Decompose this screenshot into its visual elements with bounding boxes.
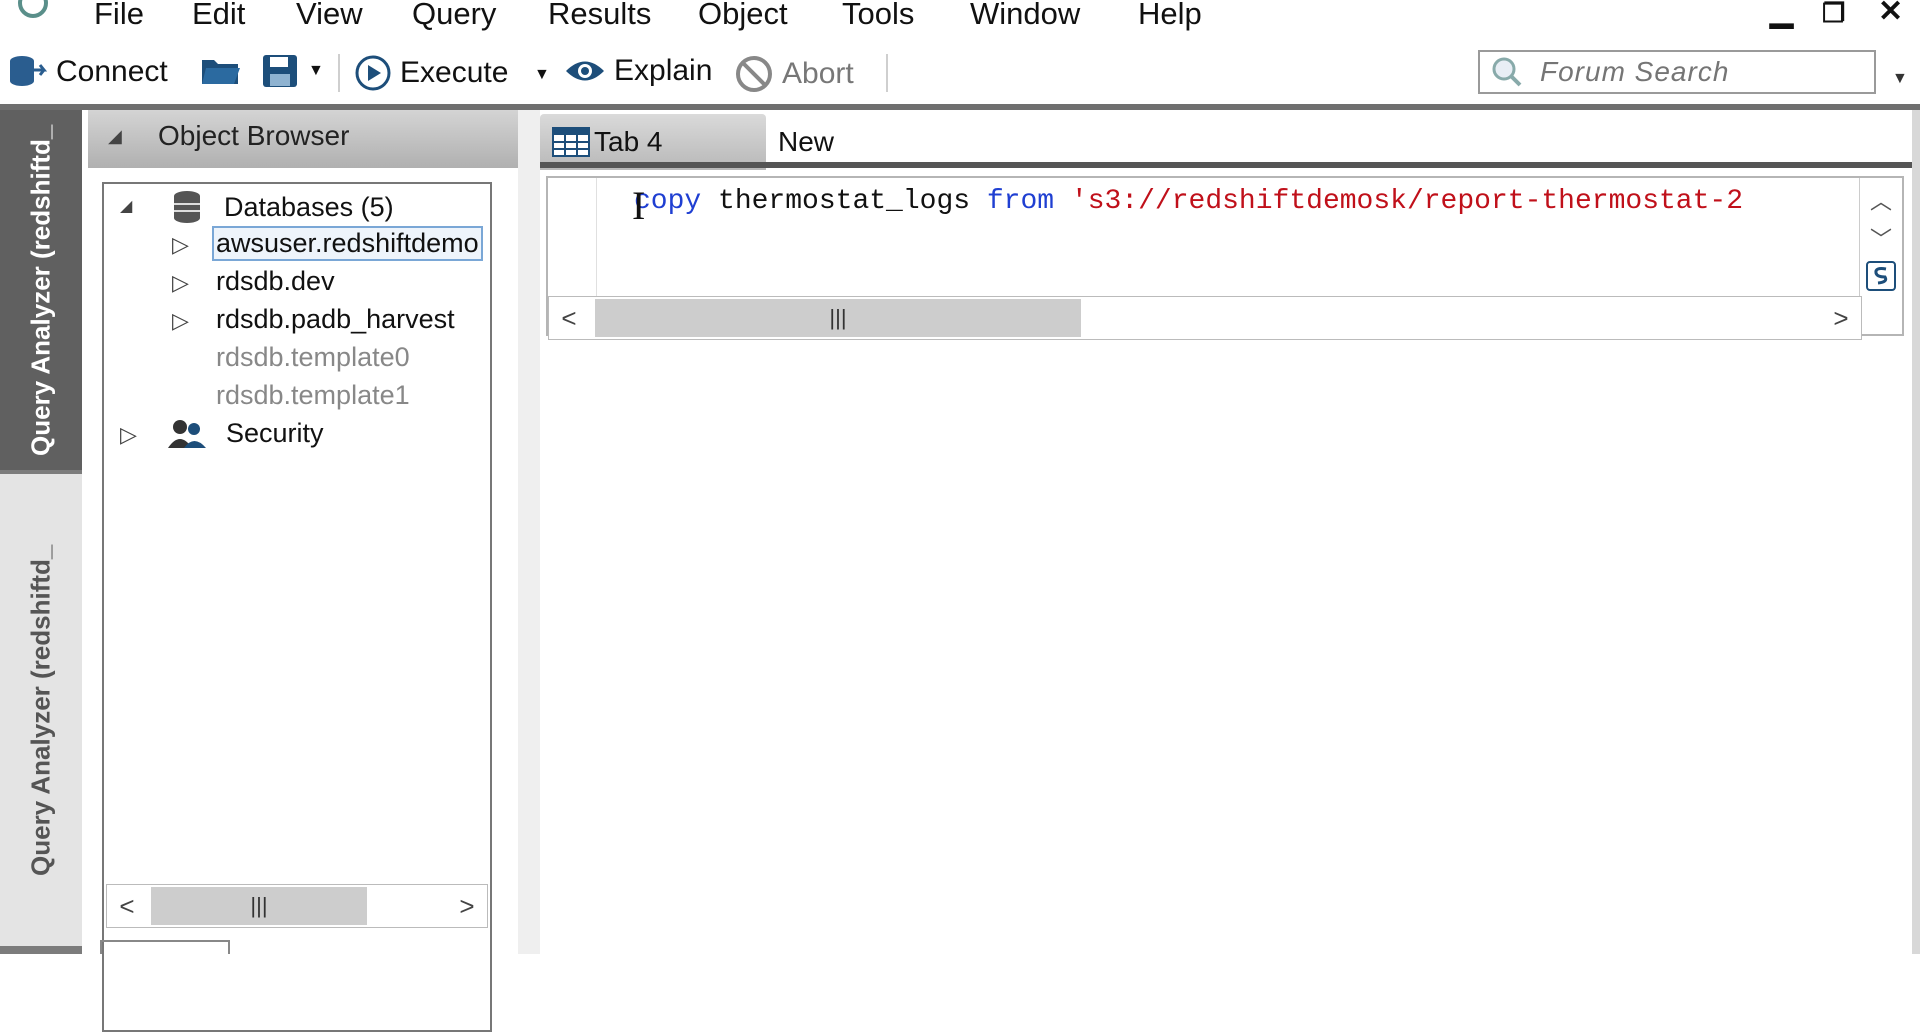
save-dropdown-icon[interactable]: ▼ — [308, 62, 324, 80]
bottom-panel-tabs — [100, 940, 480, 954]
toolbar-separator — [886, 54, 888, 92]
editor-gutter — [548, 178, 597, 296]
menu-bar: File Edit View Query Results Object Tool… — [0, 0, 1920, 32]
object-browser-header: ◢ Object Browser — [88, 110, 518, 168]
close-icon[interactable]: ✕ — [1878, 0, 1903, 29]
tree-item-awsuser-redshiftdemo[interactable]: awsuser.redshiftdemo — [212, 226, 483, 261]
eye-icon — [566, 61, 604, 81]
sql-keyword-from: from — [986, 186, 1055, 217]
abort-icon — [736, 56, 772, 92]
abort-button[interactable]: Abort — [734, 54, 854, 94]
execute-label: Execute — [400, 56, 509, 89]
tree-item-rdsdb-template0[interactable]: rdsdb.template0 — [216, 342, 410, 373]
users-icon — [168, 418, 208, 455]
tree-horizontal-scrollbar[interactable]: < ||| > — [106, 884, 488, 928]
execute-button[interactable]: Execute — [354, 54, 508, 92]
toolbar-overflow-icon[interactable]: ▼ — [1892, 70, 1908, 88]
menu-help[interactable]: Help — [1138, 0, 1202, 32]
tree-item-rdsdb-padb-harvest[interactable]: rdsdb.padb_harvest — [216, 304, 455, 335]
menu-results[interactable]: Results — [548, 0, 651, 32]
forum-search-box[interactable] — [1478, 50, 1876, 94]
explain-button[interactable]: Explain — [564, 54, 712, 88]
expand-arrow-icon[interactable]: ▷ — [172, 308, 189, 334]
scroll-right-icon[interactable]: > — [447, 885, 487, 927]
format-sql-icon[interactable] — [1862, 258, 1900, 294]
folder-open-icon — [202, 60, 240, 84]
tree-item-rdsdb-template1[interactable]: rdsdb.template1 — [216, 380, 410, 411]
grid-icon — [552, 127, 590, 157]
side-tab-strip: Query Analyzer (redshiftd_ Query Analyze… — [0, 110, 82, 954]
scroll-up-icon[interactable]: ︿ — [1862, 182, 1900, 218]
menu-tools[interactable]: Tools — [842, 0, 914, 32]
scroll-thumb[interactable]: ||| — [151, 887, 367, 925]
connect-button[interactable]: Connect — [8, 54, 168, 90]
toolbar-separator — [338, 54, 340, 92]
side-tab-query-analyzer-active[interactable]: Query Analyzer (redshiftd_ — [0, 110, 82, 470]
expand-arrow-icon[interactable]: ▷ — [120, 422, 137, 448]
bottom-tab-stub[interactable] — [100, 940, 230, 954]
save-icon — [263, 55, 297, 87]
expand-arrow-icon[interactable]: ▷ — [172, 232, 189, 258]
forum-search-input[interactable] — [1538, 55, 1842, 89]
menu-view[interactable]: View — [296, 0, 363, 32]
scroll-left-icon[interactable]: < — [549, 297, 589, 339]
sql-editor[interactable]: copy thermostat_logs from 's3://redshift… — [546, 176, 1904, 340]
connect-icon — [10, 56, 48, 86]
scroll-left-icon[interactable]: < — [107, 885, 147, 927]
editor-tab-bar: Tab 4 New — [540, 110, 1920, 170]
expand-arrow-icon[interactable]: ▷ — [172, 270, 189, 296]
sql-string-literal: 's3://redshiftdemosk/report-thermostat-2 — [1054, 186, 1744, 217]
scroll-thumb[interactable]: ||| — [595, 299, 1081, 337]
menu-edit[interactable]: Edit — [192, 0, 245, 32]
execute-dropdown-icon[interactable]: ▼ — [534, 66, 550, 84]
tree-item-rdsdb-dev[interactable]: rdsdb.dev — [216, 266, 335, 297]
explain-label: Explain — [614, 54, 713, 87]
menu-file[interactable]: File — [94, 0, 144, 32]
save-button[interactable]: ▼ — [262, 54, 324, 88]
minimize-icon[interactable]: ▁ — [1770, 0, 1793, 29]
tab-underline — [540, 162, 1912, 168]
open-folder-button[interactable] — [200, 54, 242, 88]
menu-query[interactable]: Query — [412, 0, 496, 32]
sql-table-name: thermostat_logs — [701, 186, 987, 217]
abort-label: Abort — [782, 57, 854, 90]
tree-item-databases[interactable]: Databases (5) — [224, 192, 394, 223]
object-browser-panel: ◢ Object Browser ◢ Databases (5) ▷ awsus… — [88, 110, 518, 1032]
scroll-right-icon[interactable]: > — [1821, 297, 1861, 339]
search-icon — [1492, 57, 1522, 87]
editor-horizontal-scrollbar[interactable]: < ||| > — [548, 296, 1862, 340]
connect-label: Connect — [56, 55, 168, 88]
panel-splitter[interactable] — [518, 110, 540, 954]
tab-tab4-label: Tab 4 — [594, 126, 663, 157]
restore-icon[interactable]: ❐ — [1822, 0, 1845, 29]
text-cursor-icon: I — [632, 183, 646, 228]
collapse-arrow-icon[interactable]: ◢ — [120, 196, 132, 216]
tab-new-label: New — [778, 126, 835, 157]
database-stack-icon — [170, 190, 204, 229]
app-logo-icon — [18, 0, 48, 18]
scroll-down-icon[interactable]: ﹀ — [1862, 220, 1900, 256]
side-tab-query-analyzer[interactable]: Query Analyzer (redshiftd_ — [0, 474, 82, 946]
editor-vertical-scrollbar[interactable]: ︿ ﹀ — [1859, 178, 1902, 296]
sql-code-line[interactable]: copy thermostat_logs from 's3://redshift… — [634, 186, 1743, 217]
tree-item-security[interactable]: Security — [226, 418, 324, 449]
collapse-panel-icon[interactable]: ◢ — [108, 126, 122, 147]
toolbar: Connect ▼ Execute ▼ Explain Abort Forum … — [0, 36, 1920, 108]
menu-object[interactable]: Object — [698, 0, 788, 32]
object-browser-title: Object Browser — [158, 120, 350, 151]
menu-window[interactable]: Window — [970, 0, 1080, 32]
window-right-edge — [1912, 110, 1920, 954]
play-icon — [355, 55, 391, 91]
object-tree: ◢ Databases (5) ▷ awsuser.redshiftdemo ▷… — [102, 182, 492, 1032]
